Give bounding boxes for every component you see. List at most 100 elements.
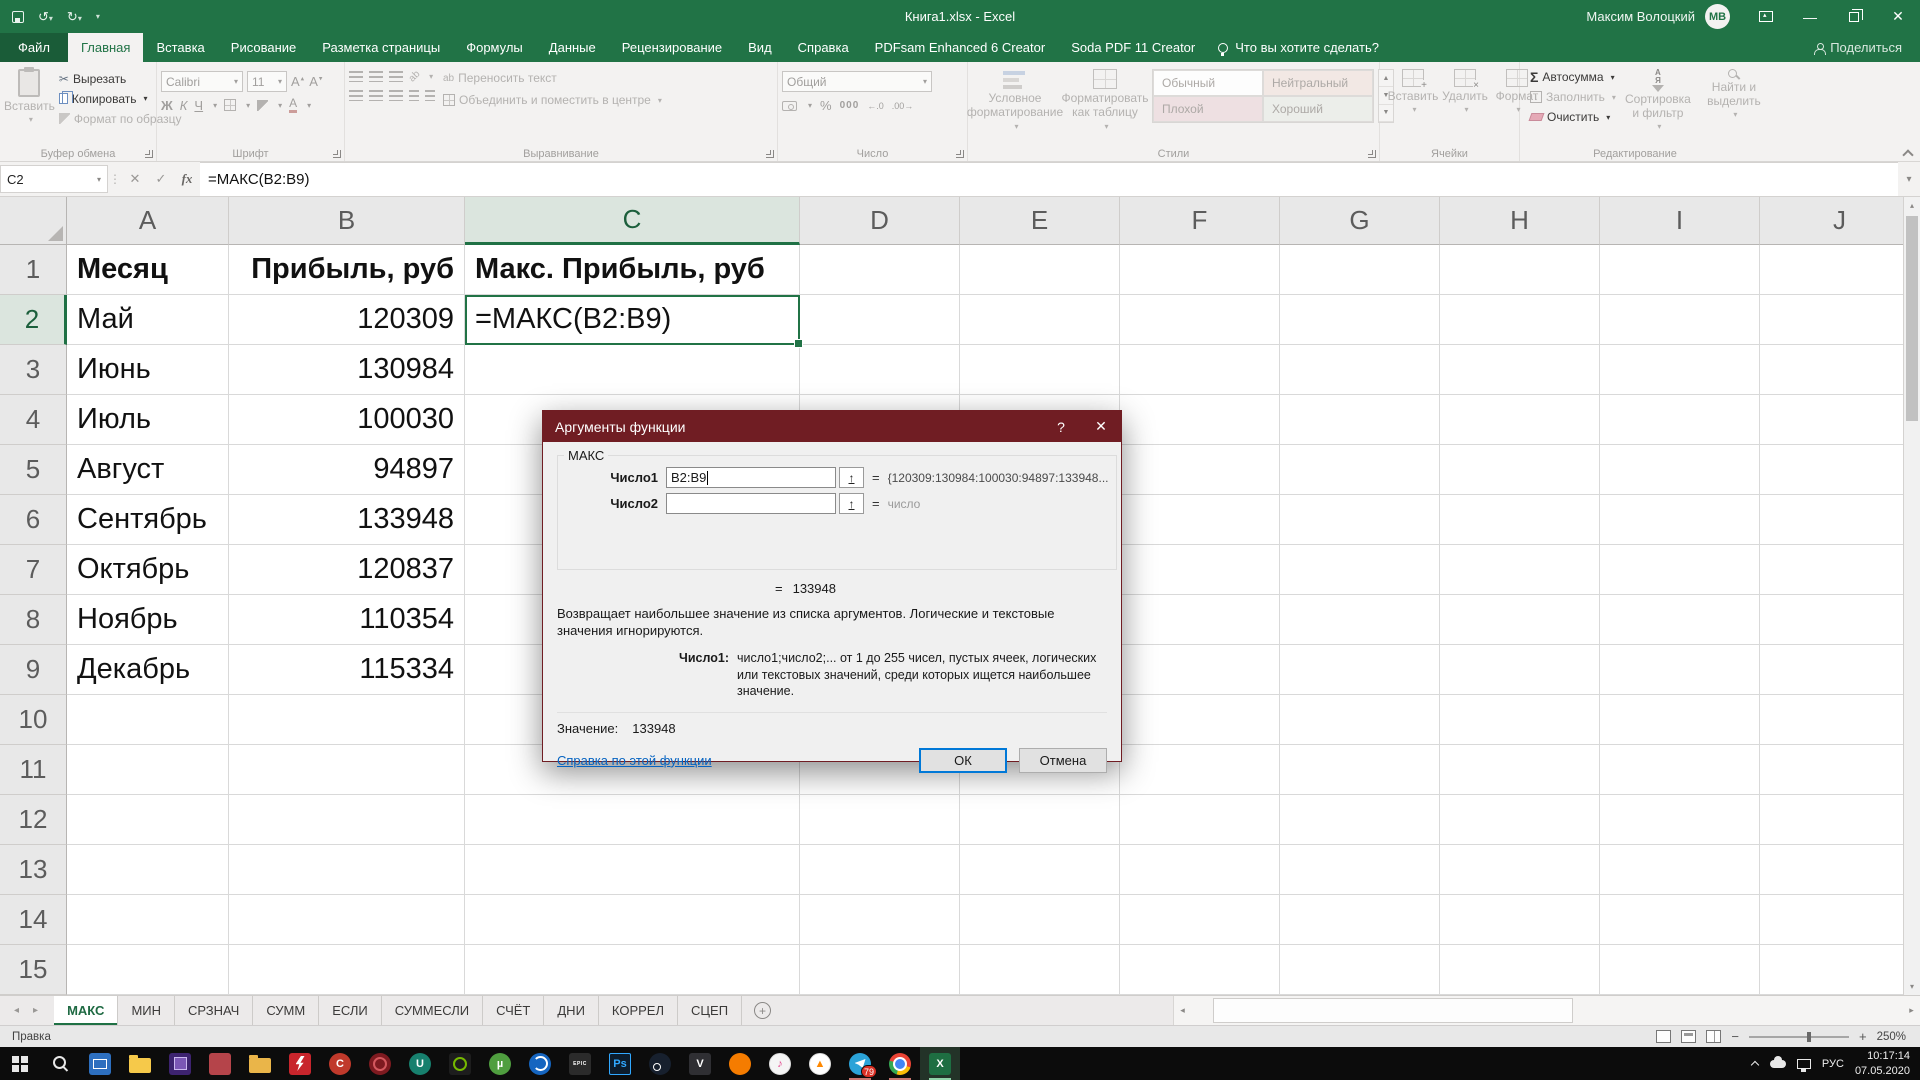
column-header-I[interactable]: I — [1600, 197, 1760, 245]
dialog-help-button[interactable]: ? — [1041, 411, 1081, 442]
cell-G10[interactable] — [1280, 695, 1440, 745]
cell-A13[interactable] — [67, 845, 229, 895]
cancel-formula-button[interactable]: ✕ — [122, 162, 148, 196]
cell-A5[interactable]: Август — [67, 445, 229, 495]
page-break-view-icon[interactable] — [1706, 1030, 1722, 1043]
cell-H14[interactable] — [1440, 895, 1600, 945]
orientation-icon[interactable]: ab — [407, 69, 423, 85]
column-header-B[interactable]: B — [229, 197, 465, 245]
taskbar-icon-folder-tools[interactable] — [240, 1047, 280, 1080]
cell-J3[interactable] — [1760, 345, 1920, 395]
cell-I11[interactable] — [1600, 745, 1760, 795]
cell-C3[interactable] — [465, 345, 800, 395]
clear-button[interactable]: Очистить ▾ — [1528, 109, 1616, 125]
row-header-14[interactable]: 14 — [0, 895, 67, 945]
cell-B9[interactable]: 115334 — [229, 645, 465, 695]
restore-button[interactable] — [1832, 0, 1876, 33]
sheet-tab-ДНИ[interactable]: ДНИ — [544, 996, 599, 1025]
cell-A3[interactable]: Июнь — [67, 345, 229, 395]
taskbar-icon-vivaldi[interactable]: V — [680, 1047, 720, 1080]
cell-F8[interactable] — [1120, 595, 1280, 645]
taskbar-icon-itunes[interactable]: ♪ — [760, 1047, 800, 1080]
underline-button[interactable]: Ч — [194, 98, 203, 113]
cell-G3[interactable] — [1280, 345, 1440, 395]
cell-style-Нейтральный[interactable]: Нейтральный — [1263, 70, 1373, 96]
cell-H2[interactable] — [1440, 295, 1600, 345]
align-left-icon[interactable] — [349, 90, 363, 101]
cell-I8[interactable] — [1600, 595, 1760, 645]
cell-D15[interactable] — [800, 945, 960, 995]
align-right-icon[interactable] — [389, 90, 403, 101]
cell-H13[interactable] — [1440, 845, 1600, 895]
cell-C13[interactable] — [465, 845, 800, 895]
shrink-font-button[interactable]: А▾ — [309, 74, 323, 89]
dialog-launcher-icon[interactable] — [766, 150, 774, 158]
align-center-icon[interactable] — [369, 90, 383, 101]
cell-F12[interactable] — [1120, 795, 1280, 845]
column-header-A[interactable]: A — [67, 197, 229, 245]
row-header-13[interactable]: 13 — [0, 845, 67, 895]
tray-expand-icon[interactable] — [1751, 1060, 1759, 1068]
cell-J14[interactable] — [1760, 895, 1920, 945]
cell-B15[interactable] — [229, 945, 465, 995]
column-header-J[interactable]: J — [1760, 197, 1920, 245]
share-button[interactable]: Поделиться — [1814, 33, 1920, 62]
font-size-combo[interactable]: 11 ▾ — [247, 71, 287, 92]
cell-H8[interactable] — [1440, 595, 1600, 645]
cell-G15[interactable] — [1280, 945, 1440, 995]
cell-H3[interactable] — [1440, 345, 1600, 395]
cell-F9[interactable] — [1120, 645, 1280, 695]
cell-J2[interactable] — [1760, 295, 1920, 345]
cell-A14[interactable] — [67, 895, 229, 945]
cell-A1[interactable]: Месяц — [67, 245, 229, 295]
cell-A11[interactable] — [67, 745, 229, 795]
cell-E14[interactable] — [960, 895, 1120, 945]
sheet-nav-right-icon[interactable]: ▸ — [33, 1005, 38, 1016]
cell-G7[interactable] — [1280, 545, 1440, 595]
cell-J4[interactable] — [1760, 395, 1920, 445]
cell-I6[interactable] — [1600, 495, 1760, 545]
cell-D13[interactable] — [800, 845, 960, 895]
cell-E15[interactable] — [960, 945, 1120, 995]
taskbar-icon-epic-games[interactable]: EPIC — [560, 1047, 600, 1080]
sheet-tab-СРЗНАЧ[interactable]: СРЗНАЧ — [175, 996, 254, 1025]
cell-B1[interactable]: Прибыль, руб — [229, 245, 465, 295]
italic-button[interactable]: К — [180, 98, 188, 113]
cell-E13[interactable] — [960, 845, 1120, 895]
cell-J15[interactable] — [1760, 945, 1920, 995]
cell-C1[interactable]: Макс. Прибыль, руб — [465, 245, 800, 295]
row-header-4[interactable]: 4 — [0, 395, 67, 445]
cell-G5[interactable] — [1280, 445, 1440, 495]
select-all-corner[interactable] — [0, 197, 67, 245]
cell-H7[interactable] — [1440, 545, 1600, 595]
cell-B13[interactable] — [229, 845, 465, 895]
network-icon[interactable] — [1796, 1058, 1811, 1072]
ok-button[interactable]: ОК — [919, 747, 1007, 773]
taskbar-icon-vlc[interactable]: ▲ — [800, 1047, 840, 1080]
cell-F7[interactable] — [1120, 545, 1280, 595]
tab-Главная[interactable]: Главная — [67, 33, 144, 62]
taskbar-icon-utorrent[interactable]: µ — [480, 1047, 520, 1080]
tab-Данные[interactable]: Данные — [536, 33, 609, 62]
merge-center-button[interactable]: Объединить и поместить в центре ▾ — [443, 93, 662, 107]
dialog-launcher-icon[interactable] — [1368, 150, 1376, 158]
row-header-9[interactable]: 9 — [0, 645, 67, 695]
taskbar-icon-cpu-z[interactable] — [160, 1047, 200, 1080]
avatar[interactable]: МВ — [1705, 4, 1730, 29]
cell-J13[interactable] — [1760, 845, 1920, 895]
scroll-right-icon[interactable]: ▸ — [1903, 996, 1920, 1025]
taskbar-icon-start[interactable] — [0, 1047, 40, 1080]
cell-F4[interactable] — [1120, 395, 1280, 445]
cell-G9[interactable] — [1280, 645, 1440, 695]
cell-B8[interactable]: 110354 — [229, 595, 465, 645]
cell-F6[interactable] — [1120, 495, 1280, 545]
cell-F1[interactable] — [1120, 245, 1280, 295]
cell-B12[interactable] — [229, 795, 465, 845]
cell-C14[interactable] — [465, 895, 800, 945]
grow-font-button[interactable]: А▴ — [291, 74, 305, 89]
cell-I9[interactable] — [1600, 645, 1760, 695]
expand-formula-bar-icon[interactable]: ▾ — [1898, 162, 1920, 196]
sheet-tab-СЧЁТ[interactable]: СЧЁТ — [483, 996, 545, 1025]
cancel-button[interactable]: Отмена — [1019, 747, 1107, 773]
dialog-launcher-icon[interactable] — [145, 150, 153, 158]
